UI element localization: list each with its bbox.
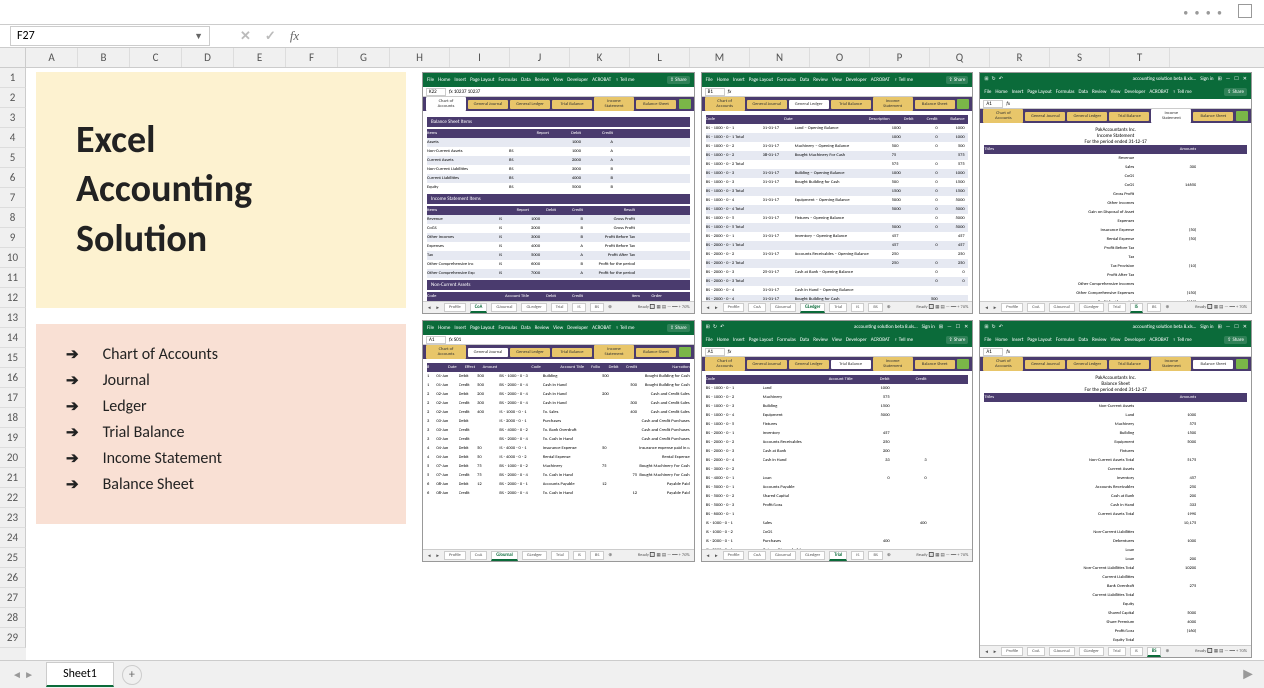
- row-header[interactable]: 18: [0, 408, 26, 428]
- thumbnail-trial: ⊞↻↶accounting solution beta 8.xls…Sign i…: [701, 320, 974, 562]
- column-header[interactable]: I: [450, 48, 510, 67]
- name-box[interactable]: F27 ▼: [10, 26, 210, 46]
- title-line-1: Excel: [76, 116, 406, 165]
- sheet-content[interactable]: Excel Accounting Solution ➔ Chart of Acco…: [26, 68, 1264, 660]
- title-line-2: Accounting: [76, 165, 406, 214]
- bullet-text: Journal: [103, 371, 150, 390]
- arrow-icon: ➔: [66, 423, 79, 442]
- thumbnail-coa: FileHomeInsertPage LayoutFormulasDataRev…: [422, 72, 695, 314]
- column-header[interactable]: G: [338, 48, 390, 67]
- bullet-item: ➔ Chart of Accounts: [66, 345, 376, 364]
- row-header[interactable]: 13: [0, 308, 26, 328]
- arrow-icon: ➔: [66, 449, 79, 468]
- row-header[interactable]: 22: [0, 488, 26, 508]
- bullet-text: Ledger: [103, 397, 147, 416]
- column-header[interactable]: H: [390, 48, 450, 67]
- arrow-icon: ➔: [66, 345, 79, 364]
- column-header[interactable]: N: [750, 48, 810, 67]
- formula-icons: ✕ ✓ fx: [240, 28, 299, 44]
- arrow-icon: ➔: [66, 397, 79, 416]
- column-header[interactable]: O: [810, 48, 870, 67]
- column-headers: ABCDEFGHIJKLMNOPQRST: [0, 48, 1264, 68]
- thumbnail-journal: FileHomeInsertPage LayoutFormulasDataRev…: [422, 320, 695, 562]
- row-header[interactable]: 27: [0, 588, 26, 608]
- title-box: Excel Accounting Solution: [36, 72, 406, 308]
- window-restore-icon[interactable]: [1238, 4, 1252, 18]
- row-header[interactable]: 15: [0, 348, 26, 368]
- sheet-tabs-bar: ◄ ► Sheet1 + ►: [0, 660, 1264, 688]
- column-header[interactable]: P: [870, 48, 930, 67]
- row-header[interactable]: 1: [0, 68, 26, 88]
- column-header[interactable]: C: [130, 48, 182, 67]
- cancel-icon: ✕: [240, 29, 251, 44]
- column-header[interactable]: E: [234, 48, 286, 67]
- row-header[interactable]: 2: [0, 88, 26, 108]
- name-box-cell: F27: [17, 29, 35, 43]
- thumbnail-ledger: FileHomeInsertPage LayoutFormulasDataRev…: [701, 72, 974, 314]
- row-header[interactable]: 9: [0, 228, 26, 248]
- bullet-text: Trial Balance: [103, 423, 185, 442]
- arrow-icon: ➔: [66, 475, 79, 494]
- fx-icon[interactable]: fx: [290, 28, 299, 44]
- enter-icon: ✓: [265, 29, 276, 44]
- bullet-text: Income Statement: [103, 449, 222, 468]
- row-header[interactable]: 7: [0, 188, 26, 208]
- bullet-text: Chart of Accounts: [103, 345, 218, 364]
- column-header[interactable]: D: [182, 48, 234, 67]
- thumbnails-grid: FileHomeInsertPage LayoutFormulasDataRev…: [422, 72, 1252, 658]
- bullet-item: ➔ Ledger: [66, 397, 376, 416]
- row-header[interactable]: 6: [0, 168, 26, 188]
- column-header[interactable]: K: [570, 48, 630, 67]
- row-header[interactable]: 17: [0, 388, 26, 408]
- sheet-tab-1[interactable]: Sheet1: [46, 662, 114, 687]
- row-header[interactable]: 28: [0, 608, 26, 628]
- column-header[interactable]: R: [990, 48, 1050, 67]
- row-header[interactable]: 29: [0, 628, 26, 648]
- row-header[interactable]: 20: [0, 448, 26, 468]
- column-header[interactable]: T: [1110, 48, 1170, 67]
- column-header[interactable]: J: [510, 48, 570, 67]
- scroll-right-icon[interactable]: ►: [1240, 665, 1256, 684]
- thumbnail-balance: ⊞↻↶accounting solution beta 8.xls…Sign i…: [979, 320, 1252, 658]
- row-header[interactable]: 11: [0, 268, 26, 288]
- select-all-corner[interactable]: [0, 48, 26, 67]
- spreadsheet-grid: ABCDEFGHIJKLMNOPQRST 1234567891011121314…: [0, 48, 1264, 660]
- row-header[interactable]: 12: [0, 288, 26, 308]
- row-headers: 1234567891011121314151617181920212223242…: [0, 68, 26, 660]
- column-header[interactable]: A: [26, 48, 78, 67]
- window-action-dots: • • • •: [1183, 6, 1224, 19]
- bullet-item: ➔ Balance Sheet: [66, 475, 376, 494]
- bullets-box: ➔ Chart of Accounts ➔ Journal ➔ Ledger ➔ Trial …: [36, 324, 406, 524]
- sheet-nav-arrows[interactable]: ◄ ►: [12, 668, 34, 681]
- row-header[interactable]: 25: [0, 548, 26, 568]
- row-header[interactable]: 16: [0, 368, 26, 388]
- bullet-item: ➔ Trial Balance: [66, 423, 376, 442]
- thumbnail-income: ⊞↻↶accounting solution beta 8.xls…Sign i…: [979, 72, 1252, 314]
- column-header[interactable]: B: [78, 48, 130, 67]
- arrow-icon: ➔: [66, 371, 79, 390]
- row-header[interactable]: 21: [0, 468, 26, 488]
- row-header[interactable]: 8: [0, 208, 26, 228]
- row-header[interactable]: 10: [0, 248, 26, 268]
- row-header[interactable]: 5: [0, 148, 26, 168]
- row-header[interactable]: 14: [0, 328, 26, 348]
- name-box-dropdown-icon[interactable]: ▼: [194, 31, 203, 42]
- column-header[interactable]: M: [690, 48, 750, 67]
- column-header[interactable]: Q: [930, 48, 990, 67]
- row-header[interactable]: 4: [0, 128, 26, 148]
- column-header[interactable]: L: [630, 48, 690, 67]
- add-sheet-button[interactable]: +: [122, 665, 142, 685]
- bullet-item: ➔ Income Statement: [66, 449, 376, 468]
- row-header[interactable]: 23: [0, 508, 26, 528]
- row-header[interactable]: 24: [0, 528, 26, 548]
- bullet-text: Balance Sheet: [103, 475, 194, 494]
- formula-bar: F27 ▼ ✕ ✓ fx: [0, 24, 1264, 48]
- bullet-item: ➔ Journal: [66, 371, 376, 390]
- row-header[interactable]: 3: [0, 108, 26, 128]
- title-line-3: Solution: [76, 215, 406, 264]
- row-header[interactable]: 19: [0, 428, 26, 448]
- row-header[interactable]: 26: [0, 568, 26, 588]
- column-header[interactable]: F: [286, 48, 338, 67]
- column-header[interactable]: S: [1050, 48, 1110, 67]
